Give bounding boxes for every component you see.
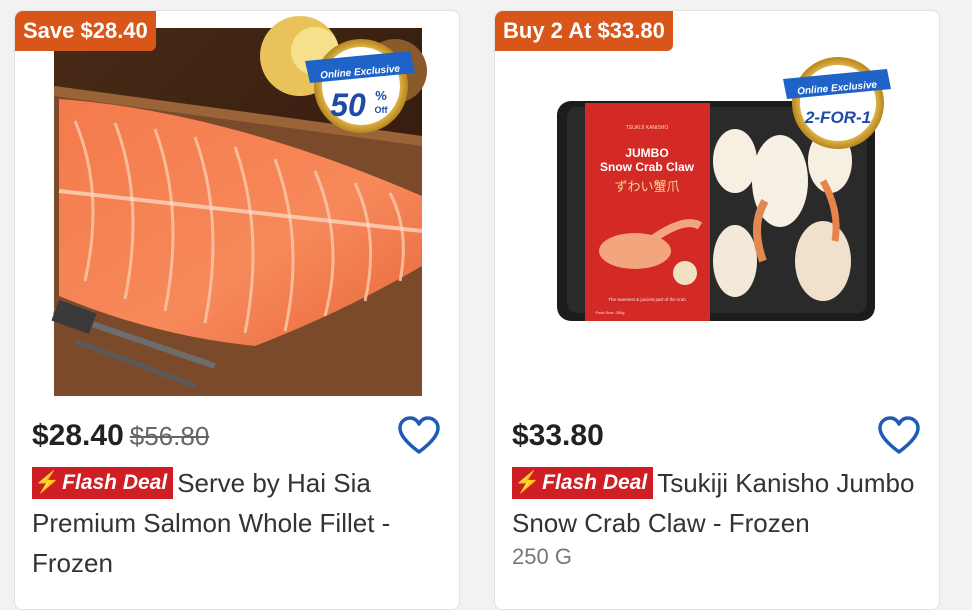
product-title[interactable]: ⚡Flash Deal Tsukiji Kanisho Jumbo Snow Cr… [512, 463, 922, 543]
product-card-salmon[interactable]: Save $28.40 Online Exclusive 50 % Off $2… [14, 10, 460, 610]
current-price: $28.40 [32, 419, 124, 452]
product-image-salmon[interactable]: Online Exclusive 50 % Off [15, 11, 459, 401]
package-name-1: JUMBO [625, 146, 668, 160]
wishlist-heart-icon[interactable] [877, 416, 921, 456]
product-title[interactable]: ⚡Flash Deal Serve by Hai Sia Premium Salm… [32, 463, 442, 583]
flash-deal-badge: ⚡Flash Deal [32, 467, 174, 499]
flash-deal-badge: ⚡Flash Deal [512, 467, 654, 499]
flash-deal-label: Flash Deal [542, 471, 648, 494]
flash-deal-label: Flash Deal [62, 471, 168, 494]
badge-percent-value: 50 [330, 87, 366, 123]
product-size: 250 G [512, 544, 572, 569]
package-brand: TSUKIJI KANISHO [626, 125, 669, 131]
package-jp: ずわい蟹爪 [614, 180, 679, 195]
product-card-crab[interactable]: Buy 2 At $33.80 TSUKIJI KANISHO JUMBO Sn… [494, 10, 940, 610]
promo-badge: Save $28.40 [15, 11, 156, 51]
lightning-bolt-icon: ⚡ [514, 471, 541, 494]
badge-2-for-1: 2-FOR-1 [804, 108, 871, 127]
current-price: $33.80 [512, 419, 604, 452]
price-row: $33.80 [512, 419, 604, 459]
lightning-bolt-icon: ⚡ [34, 471, 61, 494]
wishlist-heart-icon[interactable] [397, 416, 441, 456]
package-size: Pack Size: 250g [596, 310, 625, 315]
price-row: $28.40 $56.80 [32, 419, 209, 459]
package-name-2: Snow Crab Claw [600, 160, 695, 174]
package-tagline: The sweetest & juiciest part of the crab [608, 297, 686, 302]
product-image-crab[interactable]: TSUKIJI KANISHO JUMBO Snow Crab Claw ずわい… [495, 11, 939, 401]
promo-badge: Buy 2 At $33.80 [495, 11, 673, 51]
original-price: $56.80 [129, 421, 210, 451]
badge-percent-sign: % [375, 88, 387, 103]
badge-off: Off [375, 105, 389, 115]
